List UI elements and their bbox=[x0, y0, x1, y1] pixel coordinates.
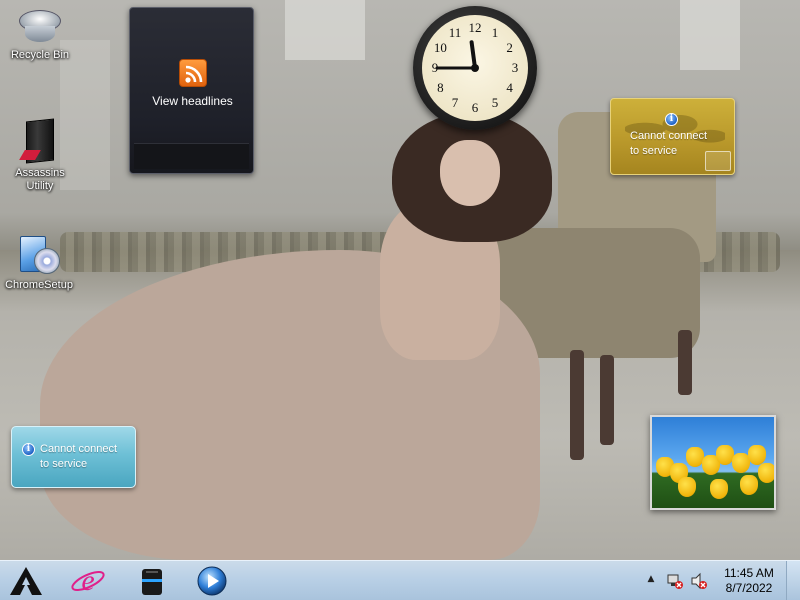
setup-installer-icon bbox=[18, 232, 60, 276]
clock-number: 12 bbox=[468, 20, 482, 35]
taskbar: e ▲ 11:45 AM 8/7/2022 bbox=[0, 560, 800, 600]
start-logo-icon bbox=[10, 567, 42, 595]
feed-footer bbox=[134, 143, 249, 169]
media-player-button[interactable] bbox=[188, 563, 236, 599]
currency-error-message: Cannot connect to service bbox=[40, 442, 117, 472]
clock-number: 1 bbox=[491, 25, 499, 41]
currency-gadget[interactable]: i Cannot connect to service bbox=[11, 426, 136, 488]
view-headlines-link[interactable]: View headlines bbox=[130, 94, 255, 108]
play-icon bbox=[197, 566, 227, 596]
recycle-bin-icon bbox=[17, 6, 63, 46]
show-hidden-icons-button[interactable]: ▲ bbox=[645, 574, 657, 588]
clock-number: 4 bbox=[506, 80, 513, 95]
money-icon bbox=[705, 151, 731, 171]
clock-number: 8 bbox=[437, 80, 444, 95]
clock-date: 8/7/2022 bbox=[725, 581, 773, 595]
error-line-1: Cannot connect bbox=[40, 443, 118, 455]
error-line-2: to service bbox=[630, 145, 678, 157]
network-icon[interactable] bbox=[666, 572, 684, 590]
clock-face: 121234567891011 bbox=[422, 15, 528, 121]
desktop-icon-label: Recycle Bin bbox=[10, 49, 70, 61]
info-icon: i bbox=[665, 113, 678, 126]
svg-text:e: e bbox=[81, 564, 94, 597]
clock-center-pin bbox=[471, 64, 479, 72]
taskbar-clock[interactable]: 11:45 AM 8/7/2022 bbox=[716, 566, 782, 596]
desktop-icon-chromesetup[interactable]: ChromeSetup bbox=[1, 232, 77, 292]
internet-explorer-icon: e bbox=[71, 564, 105, 597]
weather-gadget[interactable]: i Cannot connect to service bbox=[610, 98, 735, 175]
clock-number: 5 bbox=[491, 94, 499, 110]
feed-headlines-gadget[interactable]: View headlines bbox=[129, 7, 254, 174]
clock-minute-hand bbox=[435, 66, 475, 70]
desktop-icon-assassins-utility[interactable]: Assassins Utility bbox=[2, 118, 78, 193]
clock-number: 7 bbox=[451, 94, 459, 110]
rss-feed-icon bbox=[179, 59, 207, 87]
clock-number: 6 bbox=[471, 100, 479, 115]
weather-error-message: Cannot connect to service bbox=[630, 129, 707, 159]
volume-icon[interactable] bbox=[690, 572, 708, 590]
desktop-icon-recycle-bin[interactable]: Recycle Bin bbox=[2, 6, 78, 62]
internet-explorer-button[interactable]: e bbox=[64, 563, 112, 599]
drive-icon bbox=[142, 569, 162, 595]
show-desktop-button[interactable] bbox=[786, 561, 800, 600]
clock-number: 3 bbox=[511, 60, 519, 75]
clock-number: 2 bbox=[506, 40, 513, 55]
clock-time: 11:45 AM bbox=[724, 566, 774, 580]
clock-number: 11 bbox=[448, 25, 462, 41]
info-icon: i bbox=[22, 443, 35, 456]
start-button[interactable] bbox=[4, 563, 48, 599]
file-explorer-button[interactable] bbox=[128, 563, 176, 599]
assassins-utility-icon bbox=[19, 118, 58, 164]
desktop-icon-label: ChromeSetup bbox=[5, 279, 73, 291]
slideshow-gadget[interactable] bbox=[650, 415, 776, 510]
desktop-icon-label: Assassins Utility bbox=[15, 167, 65, 192]
error-line-1: Cannot connect bbox=[630, 130, 708, 142]
clock-gadget[interactable]: 121234567891011 bbox=[413, 6, 537, 130]
clock-number: 10 bbox=[433, 40, 447, 55]
error-line-2: to service bbox=[40, 458, 88, 470]
